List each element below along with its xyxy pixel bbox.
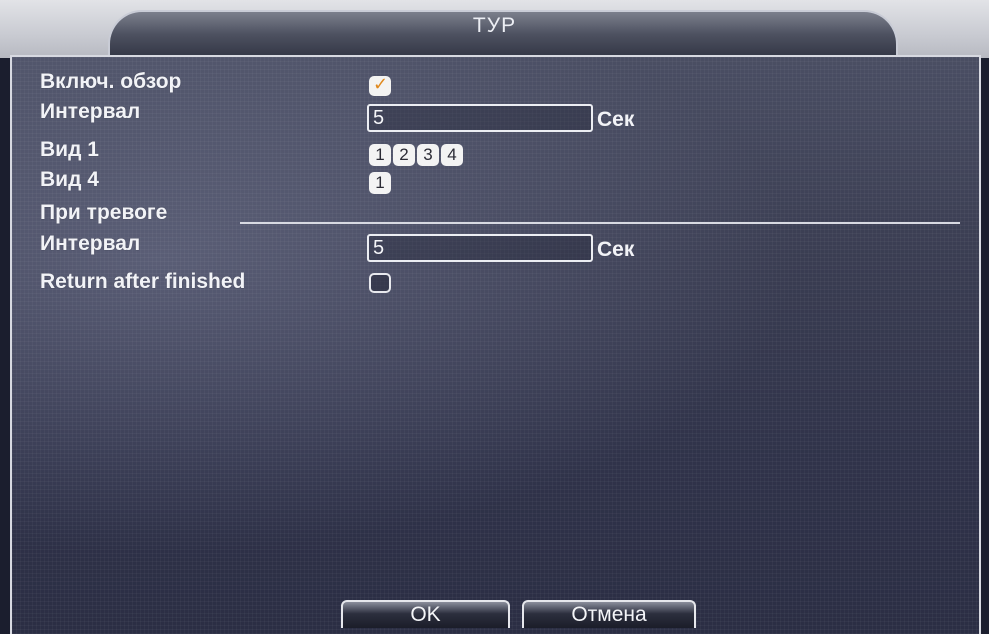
view1-channel-3[interactable]: 3 [417, 144, 439, 166]
alarm-interval-unit: Сек [597, 238, 635, 261]
checkmark-icon: ✓ [373, 74, 389, 94]
interval-unit: Сек [597, 108, 635, 131]
view1-channel-2[interactable]: 2 [393, 144, 415, 166]
ok-button[interactable]: OK [341, 600, 510, 628]
interval-label: Интервал [40, 100, 141, 123]
interval-input[interactable]: 5 [367, 104, 593, 132]
view1-label: Вид 1 [40, 138, 99, 161]
enable-tour-checkbox[interactable]: ✓ [369, 74, 391, 96]
tour-settings-screen: ТУР Включ. обзор ✓ Интервал 5 Сек Вид 1 … [0, 0, 989, 634]
alarm-interval-input[interactable]: 5 [367, 234, 593, 262]
window-title: ТУР [472, 14, 517, 37]
settings-panel [10, 55, 981, 634]
alarm-section-label: При тревоге [40, 201, 168, 224]
view1-channel-1[interactable]: 1 [369, 144, 391, 166]
view1-channel-4[interactable]: 4 [441, 144, 463, 166]
enable-tour-label: Включ. обзор [40, 70, 182, 93]
view4-label: Вид 4 [40, 168, 99, 191]
title-bar: ТУР [0, 0, 989, 62]
view4-channel-1[interactable]: 1 [369, 172, 391, 194]
cancel-button[interactable]: Отмена [522, 600, 696, 628]
alarm-interval-label: Интервал [40, 232, 141, 255]
return-after-finished-label: Return after finished [40, 270, 246, 293]
return-after-finished-checkbox[interactable] [369, 273, 391, 293]
section-divider [240, 222, 960, 224]
